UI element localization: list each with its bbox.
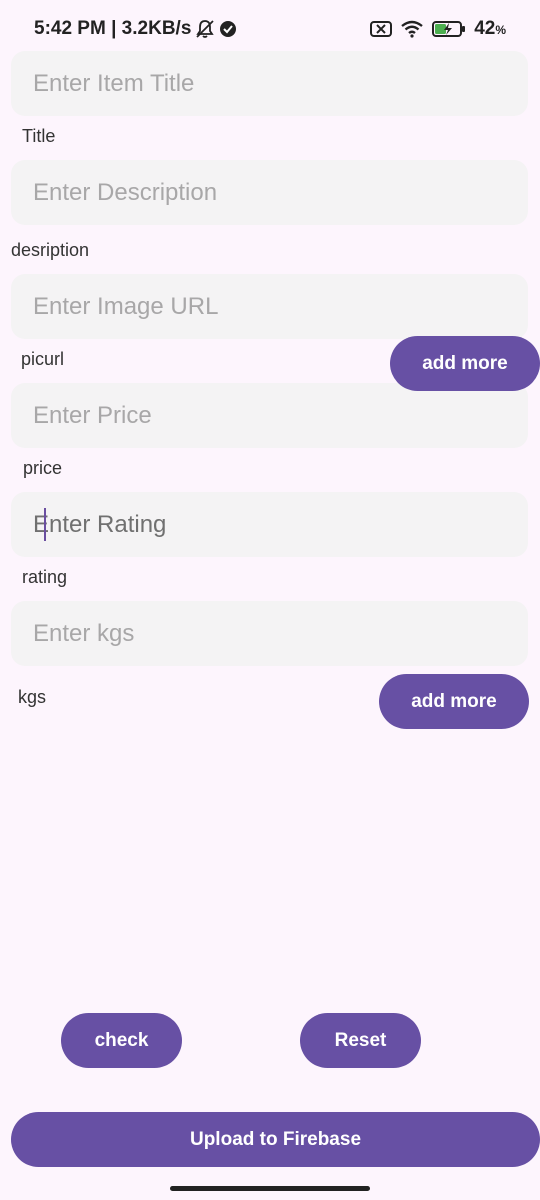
title-field[interactable] (11, 51, 528, 116)
text-cursor (44, 508, 46, 541)
bell-off-icon (195, 19, 215, 39)
image-url-input[interactable] (33, 292, 528, 321)
add-more-pics-button[interactable]: add more (390, 336, 540, 391)
status-bar: 5:42 PM | 3.2KB/s 42% (0, 0, 540, 56)
price-label: price (23, 458, 63, 478)
status-time-speed: 5:42 PM | 3.2KB/s (34, 18, 192, 39)
sim-off-icon (370, 20, 393, 38)
battery-percent: 42 (474, 18, 496, 39)
add-more-kgs-button[interactable]: add more (379, 674, 529, 729)
wifi-icon (400, 20, 424, 38)
kgs-input[interactable] (33, 619, 528, 648)
description-label: desription (11, 240, 90, 260)
price-input[interactable] (33, 401, 528, 430)
check-button[interactable]: check (61, 1013, 182, 1068)
rating-field[interactable] (11, 492, 528, 557)
rating-label: rating (22, 567, 68, 587)
upload-to-firebase-button[interactable]: Upload to Firebase (11, 1112, 540, 1167)
price-field[interactable] (11, 383, 528, 448)
status-left: 5:42 PM | 3.2KB/s (34, 18, 237, 40)
image-url-label: picurl (21, 349, 65, 369)
check-circle-icon (219, 20, 237, 38)
status-right: 42% (370, 18, 506, 40)
description-input[interactable] (33, 178, 528, 207)
kgs-label: kgs (18, 687, 47, 707)
title-label: Title (22, 126, 56, 146)
rating-input[interactable] (33, 510, 528, 539)
description-field[interactable] (11, 160, 528, 225)
battery-unit: % (495, 23, 506, 37)
home-indicator[interactable] (170, 1186, 370, 1191)
battery-charging-icon (432, 20, 466, 38)
image-url-field[interactable] (11, 274, 528, 339)
title-input[interactable] (33, 69, 528, 98)
reset-button[interactable]: Reset (300, 1013, 421, 1068)
kgs-field[interactable] (11, 601, 528, 666)
